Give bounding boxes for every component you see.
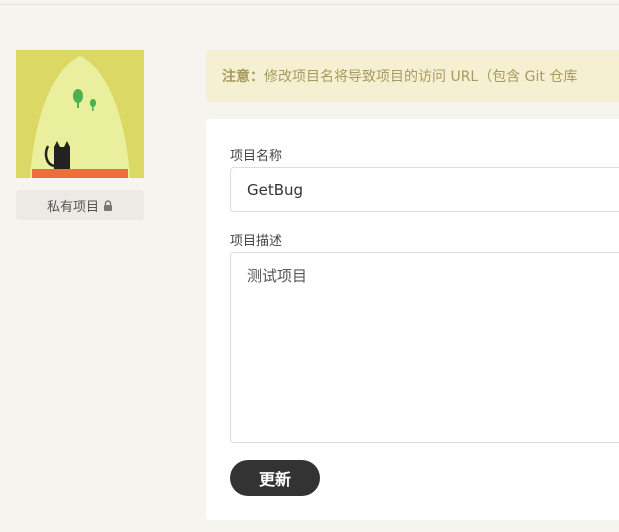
cat-window-illustration: [16, 50, 144, 178]
project-cover-image[interactable]: [16, 50, 144, 178]
update-button[interactable]: 更新: [230, 460, 320, 496]
project-name-label: 项目名称: [230, 149, 283, 164]
project-description-textarea[interactable]: 测试项目: [230, 252, 619, 443]
lock-icon: [103, 199, 113, 211]
visibility-label: 私有项目: [46, 199, 99, 215]
notice-text: 修改项目名将导致项目的访问 URL（包含 Git 仓库: [264, 69, 578, 85]
notice-label: 注意：: [222, 69, 264, 85]
rename-warning-notice: 注意： 修改项目名将导致项目的访问 URL（包含 Git 仓库: [206, 50, 619, 102]
header-divider: [0, 0, 619, 5]
project-settings-form: 项目名称 GetBug 项目描述 测试项目 更新: [206, 119, 619, 520]
project-name-input[interactable]: GetBug: [230, 167, 619, 212]
project-description-label: 项目描述: [230, 234, 283, 249]
private-project-badge: 私有项目: [16, 190, 144, 220]
